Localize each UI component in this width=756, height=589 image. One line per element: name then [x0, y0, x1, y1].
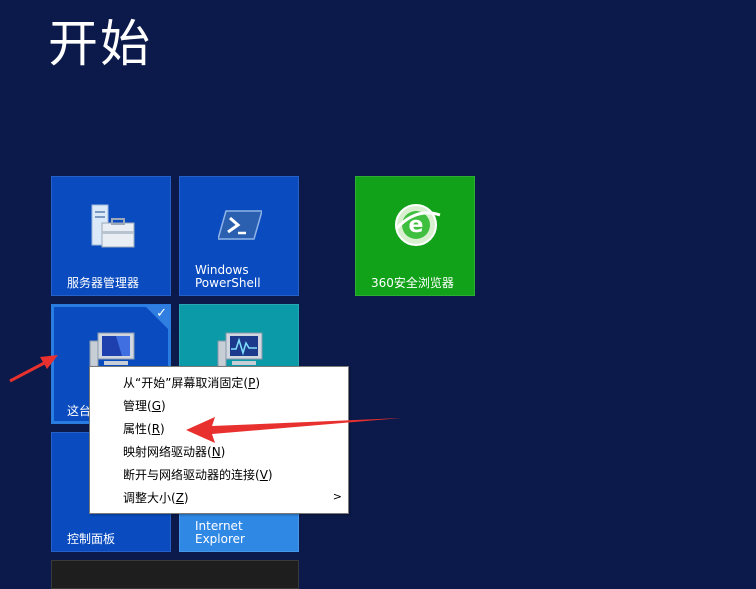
tile-label: 控制面板 — [67, 532, 116, 546]
menu-item-map-network-drive[interactable]: 映射网络驱动器(N) — [123, 444, 225, 460]
tile-desktop[interactable] — [51, 560, 299, 589]
tile-windows-powershell[interactable]: Windows PowerShell — [179, 176, 299, 296]
menu-item-manage[interactable]: 管理(G) — [123, 398, 166, 414]
performance-monitor-icon — [217, 332, 263, 368]
tile-360-browser[interactable]: e 360安全浏览器 — [355, 176, 475, 296]
tile-label: Windows PowerShell — [195, 263, 261, 290]
submenu-arrow-icon: > — [332, 490, 342, 503]
menu-item-resize[interactable]: 调整大小(Z) — [123, 490, 189, 506]
menu-item-properties[interactable]: 属性(R) — [123, 421, 165, 437]
360-browser-icon: e — [394, 204, 441, 246]
menu-item-unpin[interactable]: 从“开始”屏幕取消固定(P) — [123, 375, 260, 391]
start-screen-title: 开始 — [48, 15, 152, 73]
context-menu: 从“开始”屏幕取消固定(P) 管理(G) 属性(R) 映射网络驱动器(N) 断开… — [89, 366, 349, 514]
server-manager-icon — [91, 204, 135, 248]
checkmark-icon: ✓ — [156, 306, 167, 321]
tile-label: Internet Explorer — [195, 519, 245, 546]
computer-icon — [89, 332, 135, 368]
menu-item-disconnect-network-drive[interactable]: 断开与网络驱动器的连接(V) — [123, 467, 273, 483]
powershell-icon — [218, 210, 262, 240]
tile-label: 服务器管理器 — [67, 276, 140, 290]
tile-server-manager[interactable]: 服务器管理器 — [51, 176, 171, 296]
tile-label: 360安全浏览器 — [371, 276, 454, 290]
